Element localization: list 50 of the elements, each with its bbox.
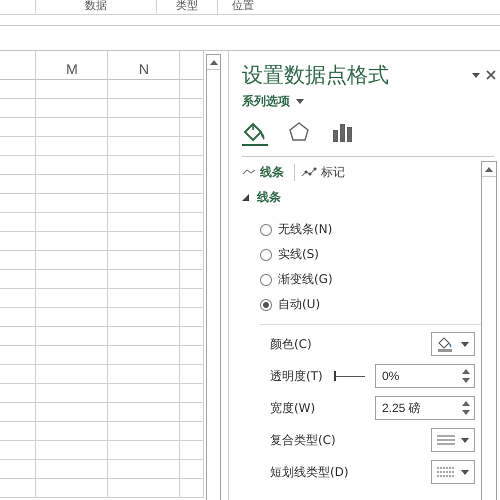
vertical-scrollbar[interactable] — [206, 54, 221, 500]
pentagon-icon — [288, 121, 310, 143]
caret-icon — [461, 470, 469, 474]
spinner-arrows-icon[interactable] — [462, 368, 470, 384]
scroll-up-icon[interactable] — [485, 166, 493, 172]
scroll-up-icon[interactable] — [210, 60, 218, 64]
bar-chart-icon — [332, 122, 354, 142]
compound-type-dropdown[interactable] — [431, 428, 475, 452]
caret-icon — [296, 99, 304, 104]
ribbon-group-label: 类型 — [156, 0, 217, 14]
column-header[interactable]: M — [36, 51, 108, 79]
field-label: 透明度(T) — [270, 368, 323, 384]
ribbon-group-label: 位置 — [217, 0, 268, 14]
color-picker-button[interactable] — [431, 332, 475, 356]
paint-bucket-icon — [243, 121, 267, 143]
width-spinner[interactable]: 2.25 磅 — [375, 396, 475, 420]
dashed-lines-icon — [437, 466, 455, 478]
tab[interactable]: 标记 — [301, 164, 355, 180]
field-label: 颜色(C) — [270, 336, 312, 352]
field-label: 复合类型(C) — [270, 432, 336, 448]
column-header[interactable]: N — [108, 51, 180, 79]
pane-scrollbar[interactable] — [481, 161, 497, 500]
radio-icon[interactable] — [260, 248, 272, 260]
radio-icon[interactable] — [260, 274, 272, 286]
radio-icon[interactable] — [260, 224, 272, 236]
line-icon — [242, 168, 256, 176]
expand-triangle-icon — [242, 194, 249, 201]
marker-line-icon — [301, 167, 317, 177]
dash-type-dropdown[interactable] — [431, 460, 475, 484]
ribbon-group-label: 数据 — [35, 0, 156, 14]
icon-tab[interactable] — [242, 120, 268, 146]
caret-icon — [472, 72, 480, 78]
radio-option[interactable]: 自动(U) — [260, 295, 481, 314]
field-label: 宽度(W) — [270, 400, 316, 416]
radio-option[interactable]: 渐变线(G) — [260, 270, 481, 289]
options-menu[interactable]: 系列选项 — [242, 93, 304, 110]
radio-option[interactable]: 无线条(N) — [260, 220, 481, 239]
caret-icon — [461, 342, 469, 346]
spinner-arrows-icon[interactable] — [462, 400, 470, 416]
section-header[interactable]: 线条 — [242, 189, 281, 206]
radio-icon[interactable] — [260, 298, 272, 310]
caret-icon — [461, 438, 469, 442]
pane-title: 设置数据点格式 — [242, 63, 389, 89]
compound-lines-icon — [437, 434, 455, 446]
close-icon[interactable] — [486, 70, 496, 80]
transparency-spinner[interactable]: 0% — [375, 364, 475, 388]
radio-option[interactable]: 实线(S) — [260, 245, 481, 264]
tab[interactable]: 线条 — [242, 164, 295, 180]
field-label: 短划线类型(D) — [270, 464, 349, 480]
paint-bucket-icon — [437, 336, 455, 352]
